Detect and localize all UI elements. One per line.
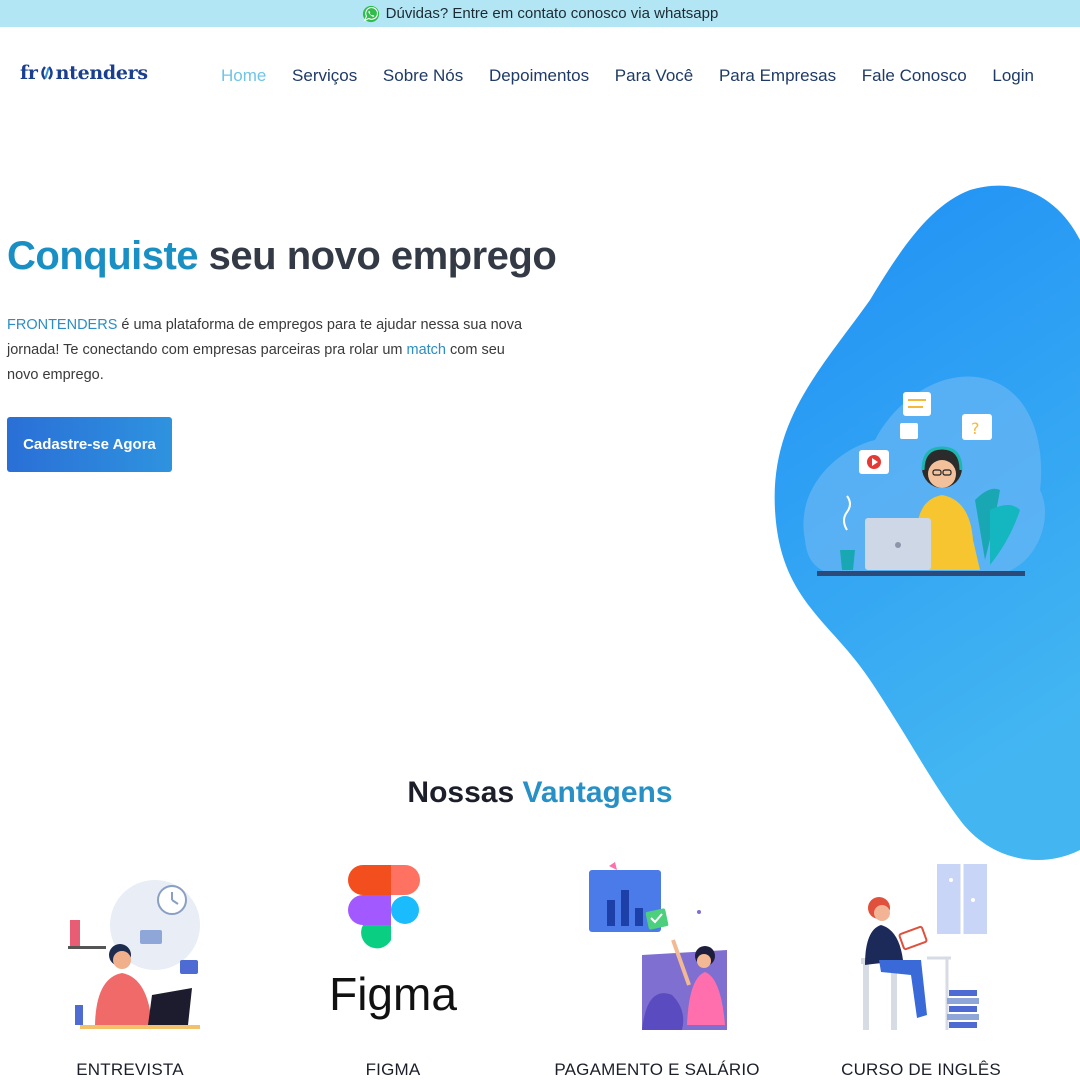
nav-sobre-nos[interactable]: Sobre Nós <box>383 66 463 86</box>
hero-description: FRONTENDERS é uma plataforma de empregos… <box>7 313 527 388</box>
contact-topbar[interactable]: Dúvidas? Entre em contato conosco via wh… <box>0 0 1080 27</box>
logo-text-right: ntenders <box>55 62 148 84</box>
advantage-card-figma: Figma FIGMA <box>263 855 523 1080</box>
svg-text:?: ? <box>971 419 980 438</box>
nav-depoimentos[interactable]: Depoimentos <box>489 66 589 86</box>
nav-fale-conosco[interactable]: Fale Conosco <box>862 66 967 86</box>
site-logo[interactable]: fr ntenders <box>20 62 148 84</box>
advantage-card-pagamento: PAGAMENTO E SALÁRIO <box>527 855 787 1080</box>
english-course-illustration <box>861 864 987 1030</box>
advantage-label: FIGMA <box>365 1060 421 1079</box>
nav-servicos[interactable]: Serviços <box>292 66 357 86</box>
whatsapp-icon <box>362 5 379 22</box>
advantage-card-curso-ingles: CURSO DE INGLÊS <box>791 855 1051 1080</box>
topbar-text: Dúvidas? Entre em contato conosco via wh… <box>385 5 719 22</box>
interview-illustration <box>68 880 200 1029</box>
advantages-title-plain: Nossas <box>407 776 515 809</box>
main-nav: Home Serviços Sobre Nós Depoimentos Para… <box>221 66 1034 86</box>
nav-home[interactable]: Home <box>221 66 266 86</box>
nav-para-voce[interactable]: Para Você <box>615 66 693 86</box>
figma-logo-illustration: Figma <box>329 865 457 1020</box>
advantages-title-accent: Vantagens <box>522 776 673 809</box>
advantage-label: ENTREVISTA <box>76 1060 184 1079</box>
advantage-label: PAGAMENTO E SALÁRIO <box>554 1060 760 1079</box>
logo-mark-icon <box>40 66 53 80</box>
hero-title-accent: Conquiste <box>7 234 199 278</box>
support-agent-illustration: ? <box>803 376 1045 576</box>
logo-text-left: fr <box>20 62 38 84</box>
hero-match-word: match <box>406 342 447 358</box>
figma-wordmark: Figma <box>329 968 457 1020</box>
hero-brand-name: FRONTENDERS <box>7 317 118 333</box>
hero-title: Conquiste seu novo emprego <box>7 234 557 279</box>
hero-title-rest: seu novo emprego <box>208 234 557 278</box>
advantage-label: CURSO DE INGLÊS <box>841 1060 1001 1079</box>
nav-login[interactable]: Login <box>992 66 1034 86</box>
payment-illustration <box>589 862 727 1030</box>
signup-button[interactable]: Cadastre-se Agora <box>7 417 172 472</box>
advantage-card-entrevista: ENTREVISTA <box>0 855 260 1080</box>
advantages-title: Nossas Vantagens <box>0 776 1080 810</box>
nav-para-empresas[interactable]: Para Empresas <box>719 66 836 86</box>
